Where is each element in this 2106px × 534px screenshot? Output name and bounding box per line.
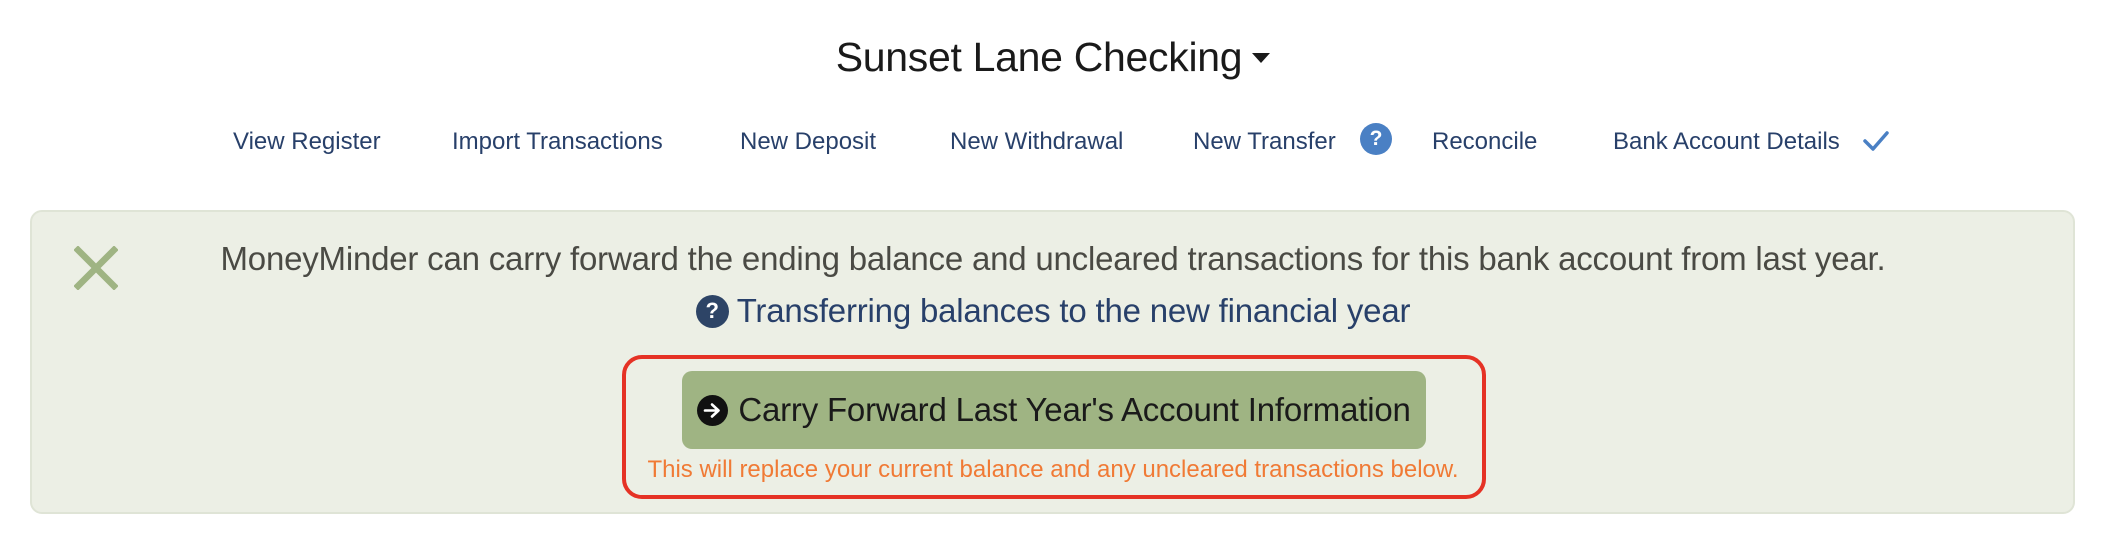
- nav-new-deposit[interactable]: New Deposit: [740, 122, 876, 162]
- account-nav: View Register Import Transactions New De…: [0, 122, 2106, 162]
- nav-view-register[interactable]: View Register: [233, 122, 381, 162]
- banner-message: MoneyMinder can carry forward the ending…: [220, 240, 1886, 277]
- check-icon: [1863, 131, 1889, 151]
- nav-reconcile[interactable]: Reconcile: [1432, 122, 1537, 162]
- carry-forward-button-label: Carry Forward Last Year's Account Inform…: [738, 391, 1411, 428]
- help-icon: ?: [695, 294, 729, 328]
- arrow-right-circle-icon: [697, 394, 729, 426]
- help-link[interactable]: ? Transferring balances to the new finan…: [0, 292, 2106, 330]
- help-icon[interactable]: ?: [1360, 123, 1392, 155]
- account-header[interactable]: Sunset Lane Checking: [0, 34, 2106, 81]
- help-link-text[interactable]: Transferring balances to the new financi…: [737, 292, 1411, 330]
- carry-forward-button[interactable]: Carry Forward Last Year's Account Inform…: [682, 371, 1426, 449]
- nav-bank-account-details[interactable]: Bank Account Details: [1613, 122, 1840, 162]
- account-title[interactable]: Sunset Lane Checking: [836, 34, 1243, 81]
- caret-down-icon[interactable]: [1252, 52, 1271, 63]
- nav-import-transactions[interactable]: Import Transactions: [452, 122, 663, 162]
- nav-new-withdrawal[interactable]: New Withdrawal: [950, 122, 1123, 162]
- warning-text: This will replace your current balance a…: [647, 456, 1459, 483]
- nav-new-transfer[interactable]: New Transfer: [1193, 122, 1336, 162]
